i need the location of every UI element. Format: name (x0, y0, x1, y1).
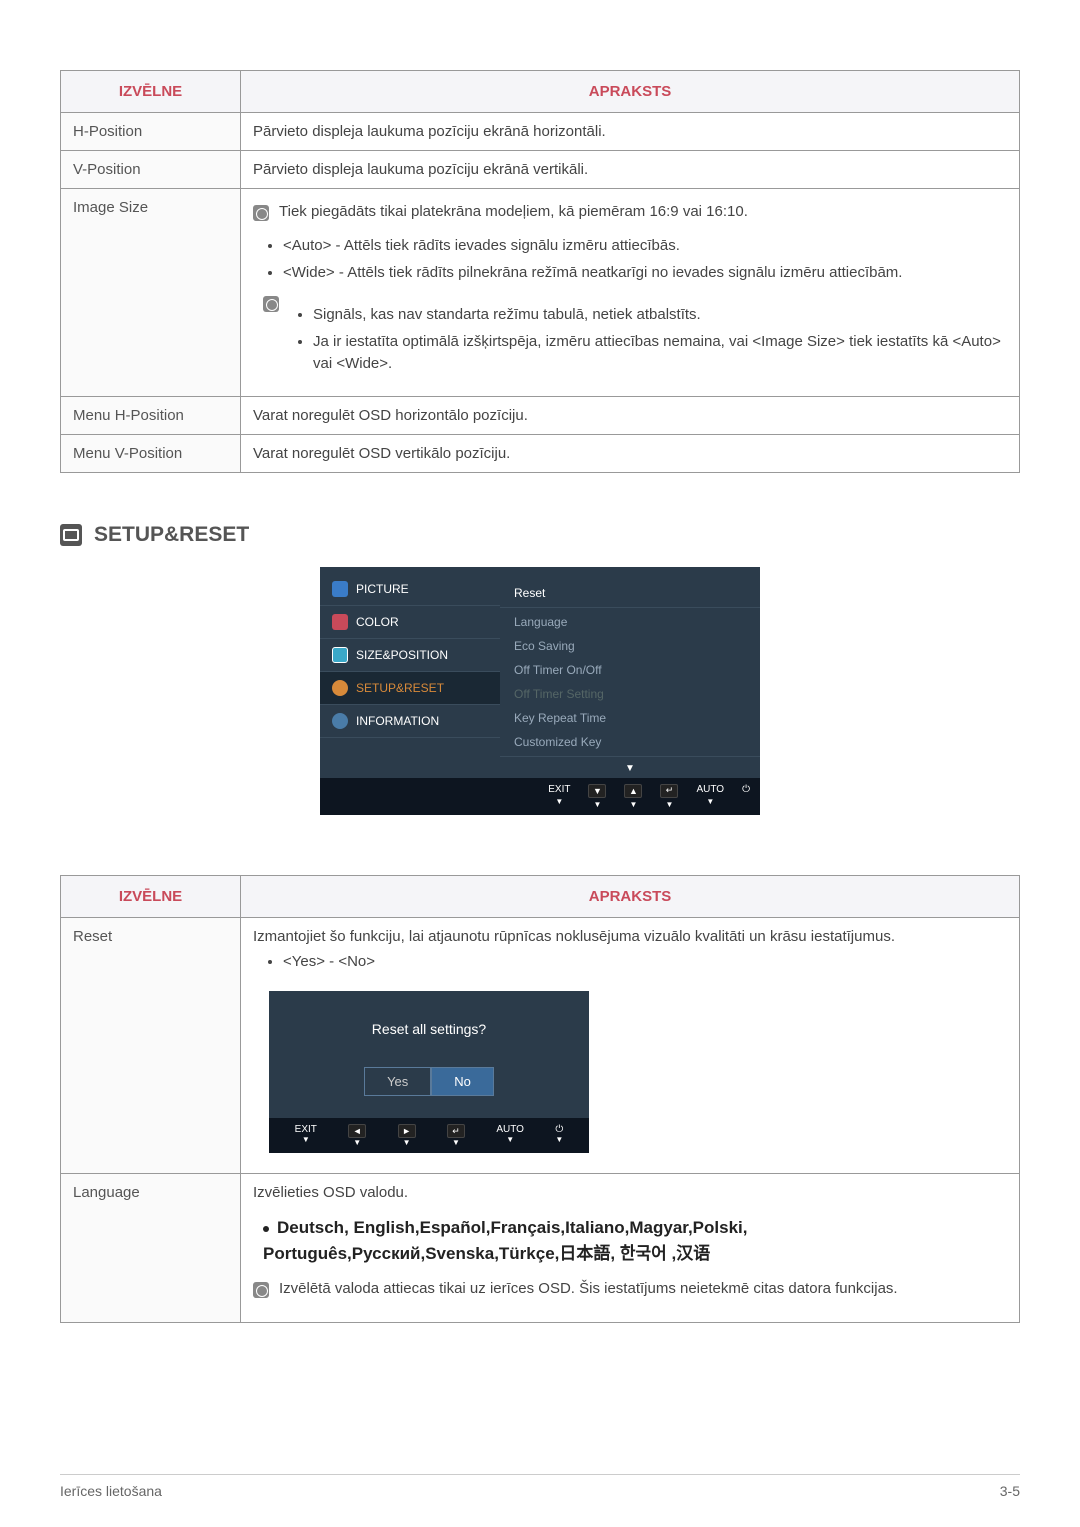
yes-button: Yes (364, 1067, 431, 1096)
setup-reset-table: IZVĒLNE APRAKSTS Reset Izmantojiet šo fu… (60, 875, 1020, 1324)
row-label: H-Position (61, 113, 241, 151)
footer-left: Ierīces lietošana (60, 1483, 162, 1499)
osd-right-item: Customized Key (500, 730, 760, 754)
row-label: Menu V-Position (61, 434, 241, 472)
list-item: <Yes> - <No> (283, 951, 1007, 974)
power-icon: ⏻ (742, 784, 750, 795)
row-desc: Varat noregulēt OSD horizontālo pozīciju… (241, 396, 1020, 434)
list-item: <Auto> - Attēls tiek rādīts ievades sign… (283, 235, 1007, 258)
note-text: Tiek piegādāts tikai platekrāna modeļiem… (279, 203, 748, 220)
color-icon (332, 614, 348, 630)
col-header-menu: IZVĒLNE (61, 875, 241, 917)
row-desc: Izmantojiet šo funkciju, lai atjaunotu r… (241, 917, 1020, 1174)
osd-menu-item: SIZE&POSITION (320, 639, 500, 672)
list-item: Ja ir iestatīta optimālā izšķirtspēja, i… (313, 331, 1007, 376)
right-button-icon: ► (398, 1124, 416, 1138)
osd-menu-item: COLOR (320, 606, 500, 639)
position-table: IZVĒLNE APRAKSTS H-Position Pārvieto dis… (60, 70, 1020, 473)
row-label: Reset (61, 917, 241, 1174)
table-row: Image Size Tiek piegādāts tikai platekrā… (61, 189, 1020, 397)
osd-menu-item: PICTURE (320, 573, 500, 606)
osd-right-item: Off Timer On/Off (500, 658, 760, 682)
osd-right-item: Eco Saving (500, 634, 760, 658)
list-item: Signāls, kas nav standarta režīmu tabulā… (313, 304, 1007, 327)
osd-right-panel: Reset Language Eco Saving Off Timer On/O… (500, 573, 760, 778)
size-icon (332, 647, 348, 663)
page-footer: Ierīces lietošana 3-5 (60, 1474, 1020, 1499)
osd-bottombar: EXIT▼ ▼▼ ▲▼ ↵▼ AUTO▼ ⏻ (320, 778, 760, 815)
dialog-title: Reset all settings? (269, 1021, 589, 1037)
osd-menu-item-selected: SETUP&RESET (320, 672, 500, 705)
table-row: V-Position Pārvieto displeja laukuma poz… (61, 151, 1020, 189)
table-row: Language Izvēlieties OSD valodu. Deutsch… (61, 1174, 1020, 1323)
bullet-list: <Auto> - Attēls tiek rādīts ievades sign… (253, 235, 1007, 284)
arrow-down-icon: ▼ (500, 759, 760, 778)
row-label: Menu H-Position (61, 396, 241, 434)
footer-right: 3-5 (1000, 1483, 1020, 1499)
osd-right-item: Key Repeat Time (500, 706, 760, 730)
setup-icon (332, 680, 348, 696)
table-row: Menu V-Position Varat noregulēt OSD vert… (61, 434, 1020, 472)
bullet-icon (263, 1226, 269, 1232)
language-list: Deutsch, English,Español,Français,Italia… (263, 1215, 1007, 1266)
osd-right-item: Language (500, 610, 760, 634)
heading-text: SETUP&RESET (94, 523, 249, 547)
power-icon: ⏻ (555, 1124, 563, 1135)
col-header-desc: APRAKSTS (241, 875, 1020, 917)
note-icon (253, 1282, 269, 1298)
reset-desc: Izmantojiet šo funkciju, lai atjaunotu r… (253, 928, 1007, 945)
note-icon (263, 296, 279, 312)
osd-left-panel: PICTURE COLOR SIZE&POSITION SETUP&RESET … (320, 573, 500, 738)
settings-icon (60, 524, 82, 546)
osd-menu-item: INFORMATION (320, 705, 500, 738)
col-header-menu: IZVĒLNE (61, 71, 241, 113)
table-row: H-Position Pārvieto displeja laukuma poz… (61, 113, 1020, 151)
osd-right-item: Off Timer Setting (500, 682, 760, 706)
row-desc: Varat noregulēt OSD vertikālo pozīciju. (241, 434, 1020, 472)
sub-bullet-list: Signāls, kas nav standarta režīmu tabulā… (289, 300, 1007, 380)
enter-button-icon: ↵ (447, 1124, 465, 1138)
row-desc: Pārvieto displeja laukuma pozīciju ekrān… (241, 151, 1020, 189)
col-header-desc: APRAKSTS (241, 71, 1020, 113)
row-label: V-Position (61, 151, 241, 189)
reset-dialog-screenshot: Reset all settings? Yes No EXIT▼ ◄▼ ►▼ ↵… (269, 991, 589, 1153)
exit-label: EXIT (295, 1124, 317, 1135)
picture-icon (332, 581, 348, 597)
up-button-icon: ▲ (624, 784, 642, 798)
row-desc: Tiek piegādāts tikai platekrāna modeļiem… (241, 189, 1020, 397)
table-row: Menu H-Position Varat noregulēt OSD hori… (61, 396, 1020, 434)
no-button: No (431, 1067, 494, 1096)
language-desc: Izvēlieties OSD valodu. (253, 1184, 1007, 1201)
dialog-bottombar: EXIT▼ ◄▼ ►▼ ↵▼ AUTO▼ ⏻▼ (269, 1118, 589, 1153)
osd-menu-screenshot: PICTURE COLOR SIZE&POSITION SETUP&RESET … (320, 567, 760, 815)
row-desc: Pārvieto displeja laukuma pozīciju ekrān… (241, 113, 1020, 151)
note-text: Izvēlētā valoda attiecas tikai uz ierīce… (279, 1280, 898, 1297)
bullet-list: <Yes> - <No> (253, 951, 1007, 974)
down-button-icon: ▼ (588, 784, 606, 798)
row-label: Language (61, 1174, 241, 1323)
table-row: Reset Izmantojiet šo funkciju, lai atjau… (61, 917, 1020, 1174)
enter-button-icon: ↵ (660, 784, 678, 798)
auto-label: AUTO (496, 1124, 524, 1135)
auto-label: AUTO (696, 784, 724, 795)
exit-label: EXIT (548, 784, 570, 795)
row-label: Image Size (61, 189, 241, 397)
note-icon (253, 205, 269, 221)
left-button-icon: ◄ (348, 1124, 366, 1138)
section-heading: SETUP&RESET (60, 523, 1020, 547)
info-icon (332, 713, 348, 729)
row-desc: Izvēlieties OSD valodu. Deutsch, English… (241, 1174, 1020, 1323)
osd-right-item: Reset (500, 581, 760, 605)
list-item: <Wide> - Attēls tiek rādīts pilnekrāna r… (283, 262, 1007, 285)
